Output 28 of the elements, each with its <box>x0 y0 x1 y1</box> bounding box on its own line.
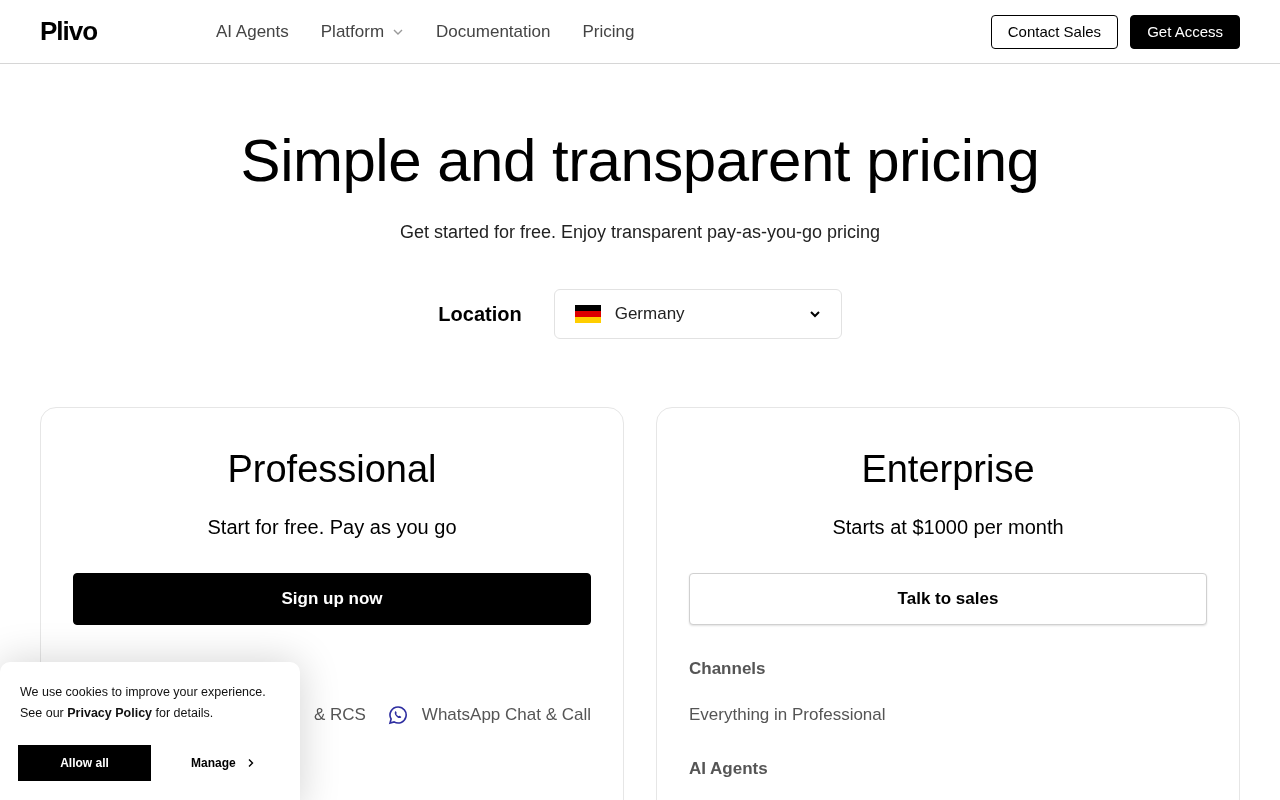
section-heading: Channels <box>689 659 767 679</box>
sales-button[interactable]: Talk to sales <box>689 573 1207 625</box>
section-heading: AI Agents <box>689 759 769 779</box>
whatsapp-icon <box>387 705 408 725</box>
plan-tagline: Starts at $1000 per month <box>832 516 1064 539</box>
manage-button[interactable]: Manage <box>191 756 256 770</box>
access-button[interactable]: Get Access <box>1130 14 1240 49</box>
location-select[interactable]: Germany <box>553 289 842 339</box>
nav-link[interactable]: AI Agents <box>216 21 289 42</box>
location-label: Location <box>438 302 522 326</box>
feature-text: WhatsApp Chat & Call <box>421 705 591 725</box>
nav-link[interactable]: Documentation <box>436 21 551 42</box>
logo[interactable]: Plivo <box>40 16 216 47</box>
plan-name: Professional <box>227 447 437 492</box>
contact-button[interactable]: Contact Sales <box>990 14 1119 49</box>
page-title: Simple and transparent pricing <box>240 126 1040 196</box>
feature-text: Everything in Professional <box>689 705 886 725</box>
plan-name: Enterprise <box>861 447 1035 492</box>
page-subtitle: Get started for free. Enjoy transparent pay-as-you-go pricing <box>399 222 881 243</box>
plan-tagline: Start for free. Pay as you go <box>207 516 457 539</box>
cookie-text: We use cookies to improve your experience. See our Privacy Policy for details. <box>20 684 267 722</box>
chevron-down-icon <box>808 308 821 320</box>
signup-button[interactable]: Sign up now <box>73 573 591 625</box>
feature-text: & RCS <box>313 705 366 725</box>
nav-link[interactable]: Platform <box>320 21 405 42</box>
flag-icon <box>574 305 601 323</box>
nav-link[interactable]: Pricing <box>582 21 635 42</box>
allow-button[interactable]: Allow all <box>18 745 151 781</box>
